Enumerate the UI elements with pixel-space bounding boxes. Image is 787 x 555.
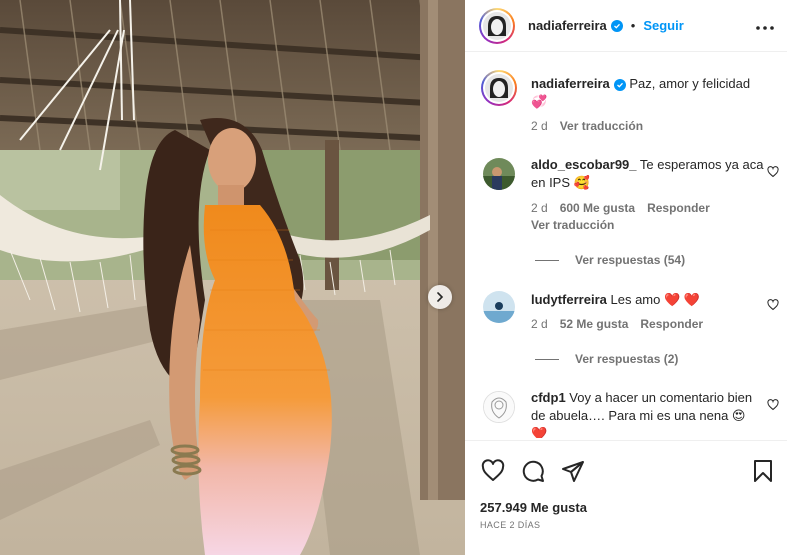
like-heart-icon[interactable] (481, 459, 505, 486)
comment-likes[interactable]: 600 Me gusta (560, 201, 635, 215)
caption-avatar[interactable] (481, 70, 517, 106)
post-photo[interactable] (0, 0, 465, 555)
more-options-icon[interactable] (755, 18, 775, 36)
translate-link[interactable]: Ver traducción (531, 218, 614, 232)
comment-text-block: ludytferreira Les amo ❤️ ❤️ (531, 291, 766, 309)
post-like-count[interactable]: 257.949 Me gusta (480, 500, 587, 515)
like-comment-heart-icon[interactable] (767, 299, 779, 314)
comment-time[interactable]: 2 d (531, 317, 548, 331)
comments-list[interactable]: nadiaferreira Paz, amor y felicidad 💞 2 … (465, 53, 787, 438)
post-actions: 257.949 Me gusta HACE 2 DÍAS (465, 440, 787, 555)
comment-avatar[interactable] (483, 391, 515, 423)
comment-translate: Ver traducción (531, 218, 614, 232)
author-avatar-image (483, 12, 511, 40)
reply-button[interactable]: Responder (647, 201, 710, 215)
comment-username[interactable]: cfdp1 (531, 390, 566, 405)
caption-emoji: 💞 (531, 94, 548, 109)
comment-meta: 2 d 600 Me gusta Responder (531, 201, 710, 215)
like-comment-heart-icon[interactable] (767, 166, 779, 181)
caption-avatar-image (485, 74, 513, 102)
author-username[interactable]: nadiaferreira (528, 18, 607, 33)
comment-text-block: cfdp1 Voy a hacer un comentario bien de … (531, 389, 761, 438)
reply-button[interactable]: Responder (640, 317, 703, 331)
caption-meta: 2 d Ver traducción (531, 119, 643, 133)
comment-avatar[interactable] (483, 291, 515, 323)
photo-scene (0, 0, 465, 555)
comment-username[interactable]: ludytferreira (531, 292, 607, 307)
comment-text: Les amo ❤️ ❤️ (610, 292, 700, 307)
caption: nadiaferreira Paz, amor y felicidad 💞 2 … (481, 70, 781, 160)
next-photo-button[interactable] (428, 285, 452, 309)
comment-likes[interactable]: 52 Me gusta (560, 317, 629, 331)
verified-badge-icon (610, 19, 623, 32)
comment-item: ludytferreira Les amo ❤️ ❤️ 2 d 52 Me gu… (481, 289, 781, 389)
caption-text: Paz, amor y felicidad (629, 76, 751, 91)
caption-time[interactable]: 2 d (531, 119, 548, 133)
caption-translate-link[interactable]: Ver traducción (560, 119, 643, 133)
follow-button[interactable]: Seguir (643, 18, 683, 33)
replies-divider (535, 358, 559, 360)
comment-avatar-image (483, 291, 515, 323)
caption-text-block: nadiaferreira Paz, amor y felicidad 💞 (531, 75, 766, 111)
view-replies-button[interactable]: Ver respuestas (54) (535, 253, 685, 267)
view-replies-button[interactable]: Ver respuestas (2) (535, 352, 678, 366)
comment-username[interactable]: aldo_escobar99_ (531, 157, 637, 172)
comment-time[interactable]: 2 d (531, 201, 548, 215)
post-header: nadiaferreira • Seguir (465, 0, 787, 52)
post-details-panel: nadiaferreira • Seguir nadiaferreira Paz… (465, 0, 787, 555)
caption-username[interactable]: nadiaferreira (531, 76, 610, 91)
like-comment-heart-icon[interactable] (767, 399, 779, 414)
verified-badge-icon (613, 79, 626, 91)
comment-bubble-icon[interactable] (521, 459, 545, 486)
post-timestamp[interactable]: HACE 2 DÍAS (480, 520, 540, 530)
comment-item: cfdp1 Voy a hacer un comentario bien de … (481, 389, 781, 438)
view-replies-label: Ver respuestas (2) (575, 352, 679, 366)
separator-dot: • (630, 18, 636, 33)
save-bookmark-icon[interactable] (753, 459, 773, 486)
view-replies-label: Ver respuestas (54) (575, 253, 686, 267)
chevron-right-icon (437, 292, 444, 302)
comment-avatar[interactable] (483, 158, 515, 190)
comment-avatar-image (483, 158, 515, 190)
replies-divider (535, 259, 559, 261)
comment-meta: 2 d 52 Me gusta Responder (531, 317, 703, 331)
share-send-icon[interactable] (561, 459, 585, 486)
author-avatar[interactable] (479, 8, 515, 44)
comment-avatar-image (484, 392, 514, 422)
comment-text-block: aldo_escobar99_ Te esperamos ya aca en I… (531, 156, 766, 192)
